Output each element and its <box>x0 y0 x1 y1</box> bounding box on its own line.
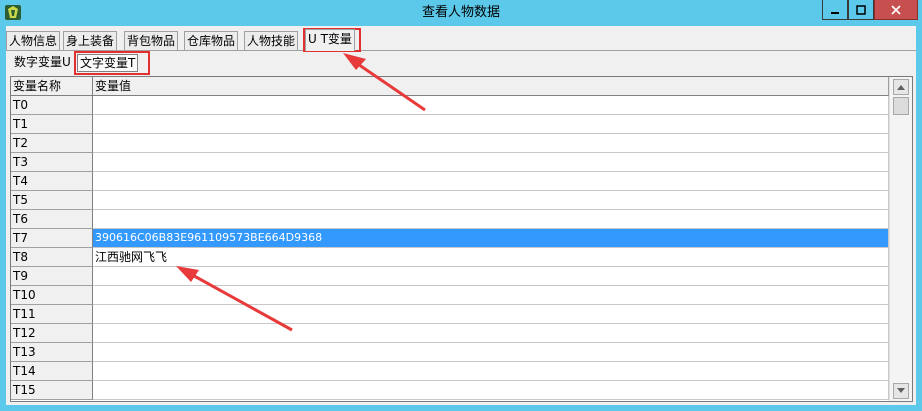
variable-name-cell: T11 <box>11 305 93 324</box>
table-row[interactable]: T5 <box>11 191 889 210</box>
table-row[interactable]: T3 <box>11 153 889 172</box>
table-row[interactable]: T4 <box>11 172 889 191</box>
variable-value-cell[interactable] <box>93 153 889 172</box>
column-header-name[interactable]: 变量名称 <box>11 77 93 96</box>
grid-rows: T0 T1 T2 T3 T4 T5 T6 T7 390616C06B83E961109573BE… <box>11 96 889 400</box>
variable-name-cell: T1 <box>11 115 93 134</box>
table-row[interactable]: T8 江西驰网飞飞 <box>11 248 889 267</box>
close-button[interactable] <box>874 0 918 20</box>
maximize-icon <box>856 4 866 15</box>
variable-value-cell[interactable] <box>93 305 889 324</box>
scroll-thumb[interactable] <box>893 97 909 115</box>
window-border-left <box>0 26 6 411</box>
variable-name-cell: T4 <box>11 172 93 191</box>
variable-value-cell[interactable] <box>93 191 889 210</box>
tab-ut-variables[interactable]: U T变量 <box>305 29 355 51</box>
tab-character-info[interactable]: 人物信息 <box>6 31 61 50</box>
subtab-numeric-u[interactable]: 数字变量U <box>14 54 71 72</box>
table-row[interactable]: T1 <box>11 115 889 134</box>
annotation-box-subtab <box>74 51 150 75</box>
tab-equipment[interactable]: 身上装备 <box>63 31 118 50</box>
grid-header: 变量名称 变量值 <box>11 77 889 96</box>
maximize-button[interactable] <box>848 0 874 20</box>
variable-name-cell: T0 <box>11 96 93 115</box>
table-row[interactable]: T12 <box>11 324 889 343</box>
variable-name-cell: T9 <box>11 267 93 286</box>
table-row[interactable]: T6 <box>11 210 889 229</box>
variable-value-cell[interactable] <box>93 134 889 153</box>
table-row[interactable]: T0 <box>11 96 889 115</box>
variable-value-cell[interactable] <box>93 343 889 362</box>
table-row[interactable]: T11 <box>11 305 889 324</box>
variable-value-cell[interactable] <box>93 324 889 343</box>
scroll-up-arrow-icon <box>897 85 905 90</box>
tab-warehouse[interactable]: 仓库物品 <box>184 31 239 50</box>
variable-value-cell[interactable] <box>93 286 889 305</box>
table-row[interactable]: T13 <box>11 343 889 362</box>
variable-name-cell: T10 <box>11 286 93 305</box>
window-title: 查看人物数据 <box>421 5 500 20</box>
tab-skills[interactable]: 人物技能 <box>244 31 299 50</box>
table-row[interactable]: T10 <box>11 286 889 305</box>
variable-name-cell: T12 <box>11 324 93 343</box>
table-row[interactable]: T15 <box>11 381 889 400</box>
variable-value-cell[interactable] <box>93 381 889 400</box>
column-header-value[interactable]: 变量值 <box>93 77 889 96</box>
minimize-button[interactable] <box>822 0 848 20</box>
window-border-bottom <box>0 405 922 411</box>
variable-name-cell: T8 <box>11 248 93 267</box>
variable-value-cell[interactable]: 390616C06B83E961109573BE664D9368 <box>93 229 889 248</box>
vertical-scrollbar[interactable] <box>889 77 912 401</box>
variable-value-cell[interactable]: 江西驰网飞飞 <box>93 248 889 267</box>
variable-name-cell: T3 <box>11 153 93 172</box>
minimize-icon <box>831 11 839 14</box>
variable-name-cell: T7 <box>11 229 93 248</box>
scroll-up-button[interactable] <box>893 79 909 95</box>
close-icon <box>891 4 901 15</box>
tab-backpack[interactable]: 背包物品 <box>124 31 179 50</box>
variable-name-cell: T2 <box>11 134 93 153</box>
title-bar[interactable]: 查看人物数据 <box>0 0 922 26</box>
variable-name-cell: T15 <box>11 381 93 400</box>
table-row[interactable]: T14 <box>11 362 889 381</box>
variable-grid[interactable]: 变量名称 变量值 T0 T1 T2 T3 T4 T5 T6 T7 390616C06B83E96… <box>10 76 913 402</box>
variable-value-cell[interactable] <box>93 115 889 134</box>
table-row[interactable]: T9 <box>11 267 889 286</box>
table-row[interactable]: T2 <box>11 134 889 153</box>
scroll-down-arrow-icon <box>897 388 905 393</box>
variable-name-cell: T6 <box>11 210 93 229</box>
variable-value-cell[interactable] <box>93 362 889 381</box>
variable-name-cell: T13 <box>11 343 93 362</box>
variable-name-cell: T5 <box>11 191 93 210</box>
window-border-right <box>916 26 922 411</box>
variable-value-cell[interactable] <box>93 267 889 286</box>
scroll-down-button[interactable] <box>893 383 909 399</box>
variable-value-cell[interactable] <box>93 172 889 191</box>
table-row[interactable]: T7 390616C06B83E961109573BE664D9368 <box>11 229 889 248</box>
variable-value-cell[interactable] <box>93 96 889 115</box>
variable-name-cell: T14 <box>11 362 93 381</box>
variable-value-cell[interactable] <box>93 210 889 229</box>
